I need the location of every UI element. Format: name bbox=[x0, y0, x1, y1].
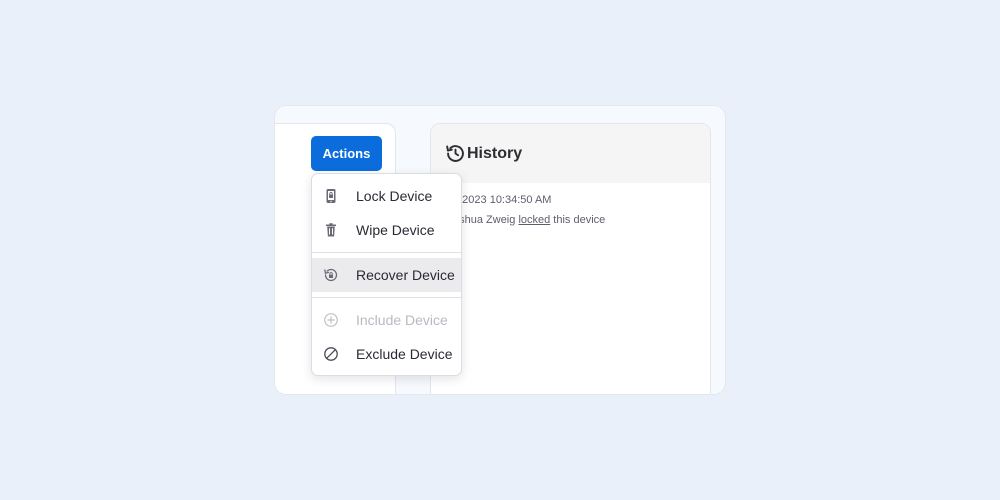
history-header: History bbox=[431, 124, 710, 183]
menu-item-lock-device[interactable]: Lock Device bbox=[312, 179, 461, 213]
menu-item-label: Lock Device bbox=[356, 188, 433, 204]
plus-circle-icon bbox=[323, 312, 339, 328]
menu-item-label: Include Device bbox=[356, 312, 448, 328]
menu-item-label: Recover Device bbox=[356, 267, 455, 283]
menu-item-recover-device[interactable]: Recover Device bbox=[312, 258, 461, 292]
menu-divider bbox=[312, 297, 461, 298]
menu-item-label: Exclude Device bbox=[356, 346, 453, 362]
menu-item-include-device[interactable]: Include Device bbox=[312, 303, 461, 337]
phone-lock-icon bbox=[323, 188, 339, 204]
menu-item-exclude-device[interactable]: Exclude Device bbox=[312, 337, 461, 371]
history-entry: 0/2023 10:34:50 AM oshua Zweig locked th… bbox=[453, 192, 703, 226]
history-icon bbox=[445, 143, 466, 164]
trash-icon bbox=[323, 222, 339, 238]
actions-dropdown-menu: Lock Device Wipe Device Recover Device I… bbox=[311, 173, 462, 376]
menu-item-label: Wipe Device bbox=[356, 222, 435, 238]
history-entry-timestamp: 0/2023 10:34:50 AM bbox=[453, 194, 552, 206]
history-entry-target: this device bbox=[553, 214, 606, 226]
history-entry-description: oshua Zweig locked this device bbox=[453, 214, 703, 226]
history-entry-action-link[interactable]: locked bbox=[518, 214, 550, 226]
menu-item-wipe-device[interactable]: Wipe Device bbox=[312, 213, 461, 247]
history-entry-actor: oshua Zweig bbox=[453, 214, 516, 226]
history-title: History bbox=[467, 144, 523, 162]
history-panel: History 0/2023 10:34:50 AM oshua Zweig l… bbox=[430, 123, 711, 394]
menu-divider bbox=[312, 252, 461, 253]
ban-icon bbox=[323, 346, 339, 362]
actions-button[interactable]: Actions bbox=[311, 136, 382, 171]
recover-icon bbox=[323, 267, 339, 283]
